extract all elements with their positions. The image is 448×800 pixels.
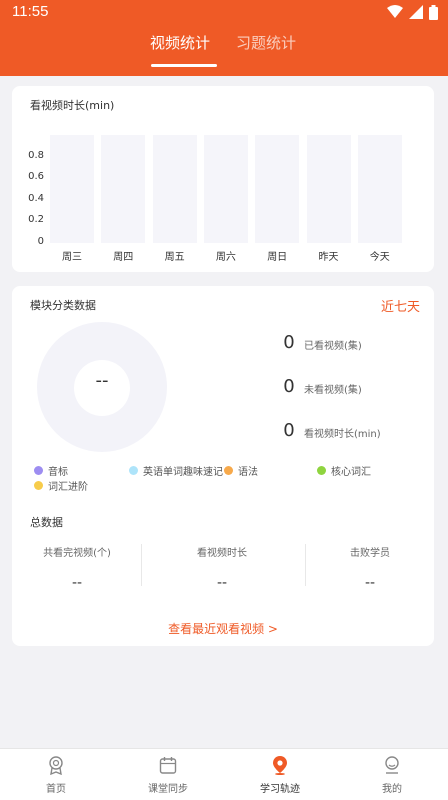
location-pin-icon bbox=[273, 756, 287, 775]
total-data-title: 总数据 bbox=[30, 516, 63, 529]
medal-icon bbox=[49, 756, 63, 775]
wifi-icon bbox=[387, 5, 403, 18]
y-tick-label: 0.2 bbox=[28, 214, 44, 226]
legend-item: 核心词汇 bbox=[317, 463, 371, 478]
status-bar: 11:55 bbox=[0, 0, 448, 26]
bar-track bbox=[255, 135, 300, 243]
legend-dot bbox=[224, 466, 233, 475]
tab-exercise-stats[interactable]: 习题统计 bbox=[236, 32, 296, 53]
tab-video-stats[interactable]: 视频统计 bbox=[150, 32, 210, 53]
bar-track bbox=[50, 135, 94, 243]
legend-item: 词汇进阶 bbox=[34, 478, 88, 493]
bar-track bbox=[152, 135, 197, 243]
watched-count: 0 bbox=[283, 332, 295, 353]
total-watch-time-stat: 看视频时长 -- bbox=[157, 544, 287, 591]
total-videos-value: -- bbox=[71, 575, 83, 591]
legend-dot bbox=[129, 466, 138, 475]
nav-label: 学习轨迹 bbox=[260, 784, 300, 795]
nav-label: 课堂同步 bbox=[148, 784, 188, 795]
status-icons bbox=[387, 4, 438, 20]
legend-dot bbox=[34, 481, 43, 490]
y-tick-label: 0 bbox=[37, 236, 44, 247]
battery-icon bbox=[429, 4, 438, 20]
bar-track bbox=[306, 135, 351, 243]
x-tick-label: 周四 bbox=[113, 252, 134, 263]
nav-item-class-sync[interactable]: 课堂同步 bbox=[112, 749, 224, 800]
unwatched-count: 0 bbox=[283, 376, 295, 397]
y-tick-label: 0.6 bbox=[28, 171, 44, 183]
total-videos-stat: 共看完视频(个) -- bbox=[12, 544, 142, 591]
legend-item: 音标 bbox=[34, 463, 68, 478]
status-time: 11:55 bbox=[12, 3, 49, 20]
user-icon bbox=[385, 756, 399, 774]
x-tick-label: 今天 bbox=[369, 252, 390, 263]
legend-label: 英语单词趣味速记 bbox=[143, 467, 223, 478]
x-tick-label: 周三 bbox=[62, 252, 82, 263]
total-watch-time-label: 看视频时长 bbox=[197, 548, 247, 559]
legend-label: 词汇进阶 bbox=[48, 482, 88, 493]
nav-item-learning-track[interactable]: 学习轨迹 bbox=[224, 749, 336, 800]
nav-label: 我的 bbox=[382, 784, 402, 795]
recent-videos-link[interactable]: 查看最近观看视频 > bbox=[12, 620, 434, 637]
donut-center-value: -- bbox=[95, 370, 109, 391]
unwatched-label: 未看视频(集) bbox=[304, 385, 362, 396]
bottom-nav: 首页 课堂同步 学习轨迹 我的 bbox=[0, 748, 448, 800]
legend-item: 英语单词趣味速记 bbox=[129, 463, 223, 478]
watched-label: 已看视频(集) bbox=[304, 341, 362, 352]
bar-track bbox=[203, 135, 248, 243]
legend-label: 核心词汇 bbox=[331, 467, 371, 478]
range-link[interactable]: 近七天 bbox=[381, 296, 420, 315]
x-tick-label: 昨天 bbox=[318, 252, 339, 263]
total-watch-time-value: -- bbox=[216, 575, 228, 591]
x-tick-label: 周日 bbox=[267, 252, 288, 263]
total-videos-label: 共看完视频(个) bbox=[43, 548, 111, 559]
legend-label: 音标 bbox=[48, 467, 68, 478]
beat-learners-stat: 击败学员 -- bbox=[305, 544, 435, 591]
nav-item-mine[interactable]: 我的 bbox=[336, 749, 448, 800]
y-tick-label: 0.4 bbox=[28, 192, 44, 204]
legend-label: 语法 bbox=[238, 467, 258, 478]
nav-item-home[interactable]: 首页 bbox=[0, 749, 112, 800]
divider bbox=[141, 544, 142, 586]
stats-tabs: 视频统计 习题统计 bbox=[0, 32, 448, 68]
tab-indicator bbox=[151, 64, 217, 67]
y-tick-label: 0.8 bbox=[28, 149, 44, 161]
signal-icon bbox=[409, 5, 423, 19]
legend-dot bbox=[317, 466, 326, 475]
nav-label: 首页 bbox=[46, 784, 66, 795]
calendar-icon bbox=[159, 757, 177, 774]
watch-minutes: 0 bbox=[283, 420, 295, 441]
x-tick-label: 周五 bbox=[164, 252, 185, 263]
x-tick-label: 周六 bbox=[215, 252, 236, 263]
bar-track bbox=[357, 135, 402, 243]
watch-minutes-label: 看视频时长(min) bbox=[304, 429, 381, 440]
legend-dot bbox=[34, 466, 43, 475]
watch-time-chart: 0 0.2 0.4 0.6 0.8 周三 周四 周五 周六 周日 昨天 今天 bbox=[12, 86, 434, 272]
bar-track bbox=[101, 135, 146, 243]
module-data-title: 模块分类数据 bbox=[30, 299, 96, 312]
legend-item: 语法 bbox=[224, 463, 258, 478]
beat-learners-value: -- bbox=[364, 575, 376, 591]
app-header: 11:55 视频统计 习题统计 bbox=[0, 0, 448, 76]
beat-learners-label: 击败学员 bbox=[350, 548, 390, 559]
module-data-card: 模块分类数据 近七天 -- 0 已看视频(集) 0 未看视频(集) 0 看视频时… bbox=[12, 286, 434, 646]
watch-time-card: 看视频时长(min) 0 0.2 0.4 0.6 0.8 周三 周四 周五 周六 周日 昨天 今天 bbox=[12, 86, 434, 272]
